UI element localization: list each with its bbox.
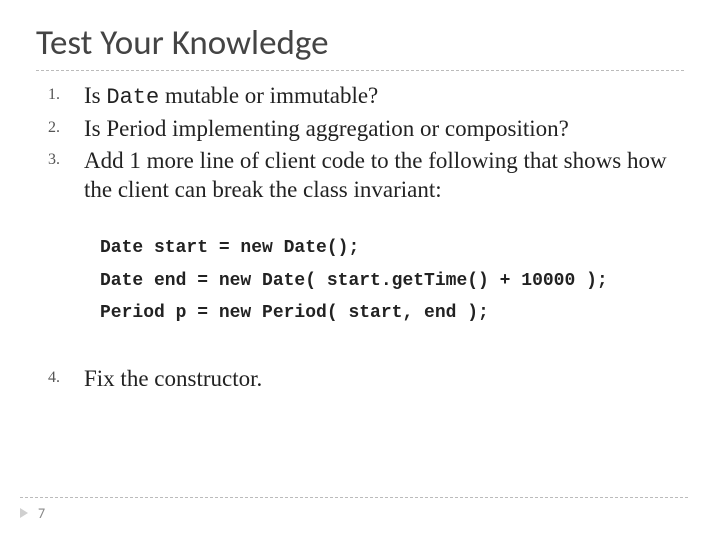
page-number: 7 bbox=[38, 505, 45, 522]
slide-title: Test Your Knowledge bbox=[36, 22, 684, 64]
code-line-1: Date start = new Date(); bbox=[100, 238, 359, 258]
footer-divider bbox=[20, 497, 688, 498]
code-line-2: Date end = new Date( start.getTime() + 1… bbox=[100, 271, 608, 291]
play-marker-icon bbox=[20, 508, 28, 518]
q1-code: Date bbox=[106, 85, 159, 110]
slide: Test Your Knowledge Is Date mutable or i… bbox=[0, 0, 720, 540]
code-line-3: Period p = new Period( start, end ); bbox=[100, 303, 489, 323]
title-divider bbox=[36, 70, 684, 71]
question-1: Is Date mutable or immutable? bbox=[84, 81, 684, 112]
question-2: Is Period implementing aggregation or co… bbox=[84, 114, 684, 143]
q1-text-b: mutable or immutable? bbox=[159, 83, 378, 108]
code-block: Date start = new Date(); Date end = new … bbox=[100, 232, 684, 329]
footer: 7 bbox=[20, 497, 688, 522]
question-4: Fix the constructor. bbox=[84, 364, 684, 393]
question-list-continued: Fix the constructor. bbox=[36, 364, 684, 393]
q1-text-a: Is bbox=[84, 83, 106, 108]
question-3: Add 1 more line of client code to the fo… bbox=[84, 146, 684, 205]
question-list: Is Date mutable or immutable? Is Period … bbox=[36, 81, 684, 204]
